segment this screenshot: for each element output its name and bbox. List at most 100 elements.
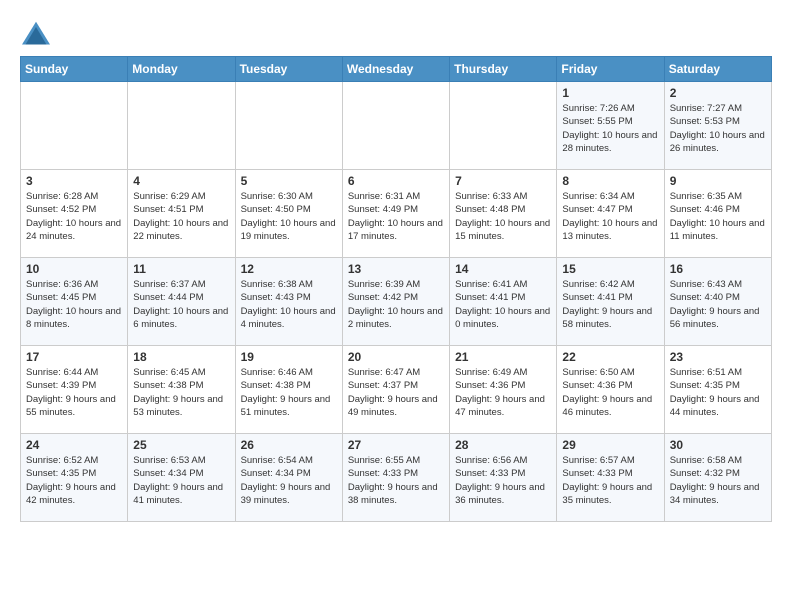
calendar-cell: 24Sunrise: 6:52 AM Sunset: 4:35 PM Dayli… — [21, 434, 128, 522]
day-number: 17 — [26, 350, 122, 364]
day-number: 20 — [348, 350, 444, 364]
calendar-cell: 10 Sunrise: 6:36 AM Sunset: 4:45 PM Dayli… — [21, 258, 128, 346]
day-number: 5 — [241, 174, 337, 188]
day-info: Sunrise: 6:35 AM Sunset: 4:46 PM Dayligh… — [670, 190, 766, 243]
day-info: Sunrise: 6:36 AM Sunset: 4:45 PM Dayligh… — [26, 278, 122, 331]
day-info: Sunrise: 6:45 AM Sunset: 4:38 PM Dayligh… — [133, 366, 229, 419]
calendar-week-row: 1 Sunrise: 7:26 AM Sunset: 5:55 PM Daylig… — [21, 82, 772, 170]
calendar-cell: 1 Sunrise: 7:26 AM Sunset: 5:55 PM Daylig… — [557, 82, 664, 170]
day-number: 6 — [348, 174, 444, 188]
day-number: 2 — [670, 86, 766, 100]
day-number: 26 — [241, 438, 337, 452]
day-info: Sunrise: 6:51 AM Sunset: 4:35 PM Dayligh… — [670, 366, 766, 419]
day-number: 7 — [455, 174, 551, 188]
day-info: Sunrise: 6:31 AM Sunset: 4:49 PM Dayligh… — [348, 190, 444, 243]
day-number: 8 — [562, 174, 658, 188]
calendar-cell: 15Sunrise: 6:42 AM Sunset: 4:41 PM Dayli… — [557, 258, 664, 346]
calendar-cell: 19 Sunrise: 6:46 AM Sunset: 4:38 PM Dayli… — [235, 346, 342, 434]
day-number: 12 — [241, 262, 337, 276]
calendar-cell: 12 Sunrise: 6:38 AM Sunset: 4:43 PM Dayli… — [235, 258, 342, 346]
day-number: 23 — [670, 350, 766, 364]
calendar-cell: 14 Sunrise: 6:41 AM Sunset: 4:41 PM Dayli… — [450, 258, 557, 346]
day-number: 22 — [562, 350, 658, 364]
day-info: Sunrise: 6:47 AM Sunset: 4:37 PM Dayligh… — [348, 366, 444, 419]
day-number: 30 — [670, 438, 766, 452]
day-number: 14 — [455, 262, 551, 276]
weekday-header: Saturday — [664, 57, 771, 82]
day-info: Sunrise: 6:52 AM Sunset: 4:35 PM Dayligh… — [26, 454, 122, 507]
day-number: 1 — [562, 86, 658, 100]
calendar-cell: 2Sunrise: 7:27 AM Sunset: 5:53 PM Daylig… — [664, 82, 771, 170]
calendar-cell: 5Sunrise: 6:30 AM Sunset: 4:50 PM Daylig… — [235, 170, 342, 258]
calendar-cell: 21 Sunrise: 6:49 AM Sunset: 4:36 PM Dayli… — [450, 346, 557, 434]
calendar-cell: 13 Sunrise: 6:39 AM Sunset: 4:42 PM Dayli… — [342, 258, 449, 346]
calendar-week-row: 17 Sunrise: 6:44 AM Sunset: 4:39 PM Dayli… — [21, 346, 772, 434]
calendar-cell — [235, 82, 342, 170]
calendar-cell: 4 Sunrise: 6:29 AM Sunset: 4:51 PM Daylig… — [128, 170, 235, 258]
day-number: 4 — [133, 174, 229, 188]
day-info: Sunrise: 6:49 AM Sunset: 4:36 PM Dayligh… — [455, 366, 551, 419]
calendar-cell — [342, 82, 449, 170]
calendar-cell: 25Sunrise: 6:53 AM Sunset: 4:34 PM Dayli… — [128, 434, 235, 522]
day-info: Sunrise: 6:34 AM Sunset: 4:47 PM Dayligh… — [562, 190, 658, 243]
day-number: 9 — [670, 174, 766, 188]
calendar-cell — [128, 82, 235, 170]
day-info: Sunrise: 6:54 AM Sunset: 4:34 PM Dayligh… — [241, 454, 337, 507]
calendar-week-row: 10 Sunrise: 6:36 AM Sunset: 4:45 PM Dayli… — [21, 258, 772, 346]
calendar-cell: 26 Sunrise: 6:54 AM Sunset: 4:34 PM Dayli… — [235, 434, 342, 522]
day-info: Sunrise: 6:29 AM Sunset: 4:51 PM Dayligh… — [133, 190, 229, 243]
logo-icon — [20, 20, 52, 48]
weekday-header: Thursday — [450, 57, 557, 82]
day-info: Sunrise: 6:57 AM Sunset: 4:33 PM Dayligh… — [562, 454, 658, 507]
day-info: Sunrise: 7:26 AM Sunset: 5:55 PM Dayligh… — [562, 102, 658, 155]
calendar-cell: 6 Sunrise: 6:31 AM Sunset: 4:49 PM Daylig… — [342, 170, 449, 258]
day-info: Sunrise: 6:44 AM Sunset: 4:39 PM Dayligh… — [26, 366, 122, 419]
calendar-cell: 11 Sunrise: 6:37 AM Sunset: 4:44 PM Dayli… — [128, 258, 235, 346]
calendar-cell: 16 Sunrise: 6:43 AM Sunset: 4:40 PM Dayli… — [664, 258, 771, 346]
calendar-cell: 27 Sunrise: 6:55 AM Sunset: 4:33 PM Dayli… — [342, 434, 449, 522]
day-number: 10 — [26, 262, 122, 276]
day-info: Sunrise: 6:43 AM Sunset: 4:40 PM Dayligh… — [670, 278, 766, 331]
calendar-cell: 30Sunrise: 6:58 AM Sunset: 4:32 PM Dayli… — [664, 434, 771, 522]
calendar-cell: 17 Sunrise: 6:44 AM Sunset: 4:39 PM Dayli… — [21, 346, 128, 434]
page-container: SundayMondayTuesdayWednesdayThursdayFrid… — [0, 0, 792, 532]
day-info: Sunrise: 6:38 AM Sunset: 4:43 PM Dayligh… — [241, 278, 337, 331]
day-info: Sunrise: 6:37 AM Sunset: 4:44 PM Dayligh… — [133, 278, 229, 331]
weekday-header: Friday — [557, 57, 664, 82]
day-number: 15 — [562, 262, 658, 276]
day-number: 19 — [241, 350, 337, 364]
day-number: 29 — [562, 438, 658, 452]
day-number: 16 — [670, 262, 766, 276]
calendar-cell — [21, 82, 128, 170]
day-number: 25 — [133, 438, 229, 452]
day-info: Sunrise: 6:55 AM Sunset: 4:33 PM Dayligh… — [348, 454, 444, 507]
day-number: 13 — [348, 262, 444, 276]
calendar-cell: 22 Sunrise: 6:50 AM Sunset: 4:36 PM Dayli… — [557, 346, 664, 434]
calendar-cell: 7 Sunrise: 6:33 AM Sunset: 4:48 PM Daylig… — [450, 170, 557, 258]
day-info: Sunrise: 6:50 AM Sunset: 4:36 PM Dayligh… — [562, 366, 658, 419]
day-info: Sunrise: 6:28 AM Sunset: 4:52 PM Dayligh… — [26, 190, 122, 243]
weekday-header: Wednesday — [342, 57, 449, 82]
day-number: 28 — [455, 438, 551, 452]
calendar-week-row: 24Sunrise: 6:52 AM Sunset: 4:35 PM Dayli… — [21, 434, 772, 522]
day-number: 21 — [455, 350, 551, 364]
calendar-cell: 29 Sunrise: 6:57 AM Sunset: 4:33 PM Dayli… — [557, 434, 664, 522]
day-info: Sunrise: 6:56 AM Sunset: 4:33 PM Dayligh… — [455, 454, 551, 507]
header — [20, 20, 772, 48]
calendar-cell: 3Sunrise: 6:28 AM Sunset: 4:52 PM Daylig… — [21, 170, 128, 258]
calendar-table: SundayMondayTuesdayWednesdayThursdayFrid… — [20, 56, 772, 522]
calendar-week-row: 3Sunrise: 6:28 AM Sunset: 4:52 PM Daylig… — [21, 170, 772, 258]
calendar-cell: 23 Sunrise: 6:51 AM Sunset: 4:35 PM Dayli… — [664, 346, 771, 434]
logo — [20, 20, 56, 48]
day-info: Sunrise: 6:39 AM Sunset: 4:42 PM Dayligh… — [348, 278, 444, 331]
day-number: 27 — [348, 438, 444, 452]
weekday-header: Tuesday — [235, 57, 342, 82]
day-info: Sunrise: 6:33 AM Sunset: 4:48 PM Dayligh… — [455, 190, 551, 243]
day-info: Sunrise: 6:41 AM Sunset: 4:41 PM Dayligh… — [455, 278, 551, 331]
day-number: 11 — [133, 262, 229, 276]
calendar-cell: 28 Sunrise: 6:56 AM Sunset: 4:33 PM Dayli… — [450, 434, 557, 522]
day-number: 18 — [133, 350, 229, 364]
calendar-cell: 20 Sunrise: 6:47 AM Sunset: 4:37 PM Dayli… — [342, 346, 449, 434]
calendar-cell — [450, 82, 557, 170]
day-info: Sunrise: 6:46 AM Sunset: 4:38 PM Dayligh… — [241, 366, 337, 419]
